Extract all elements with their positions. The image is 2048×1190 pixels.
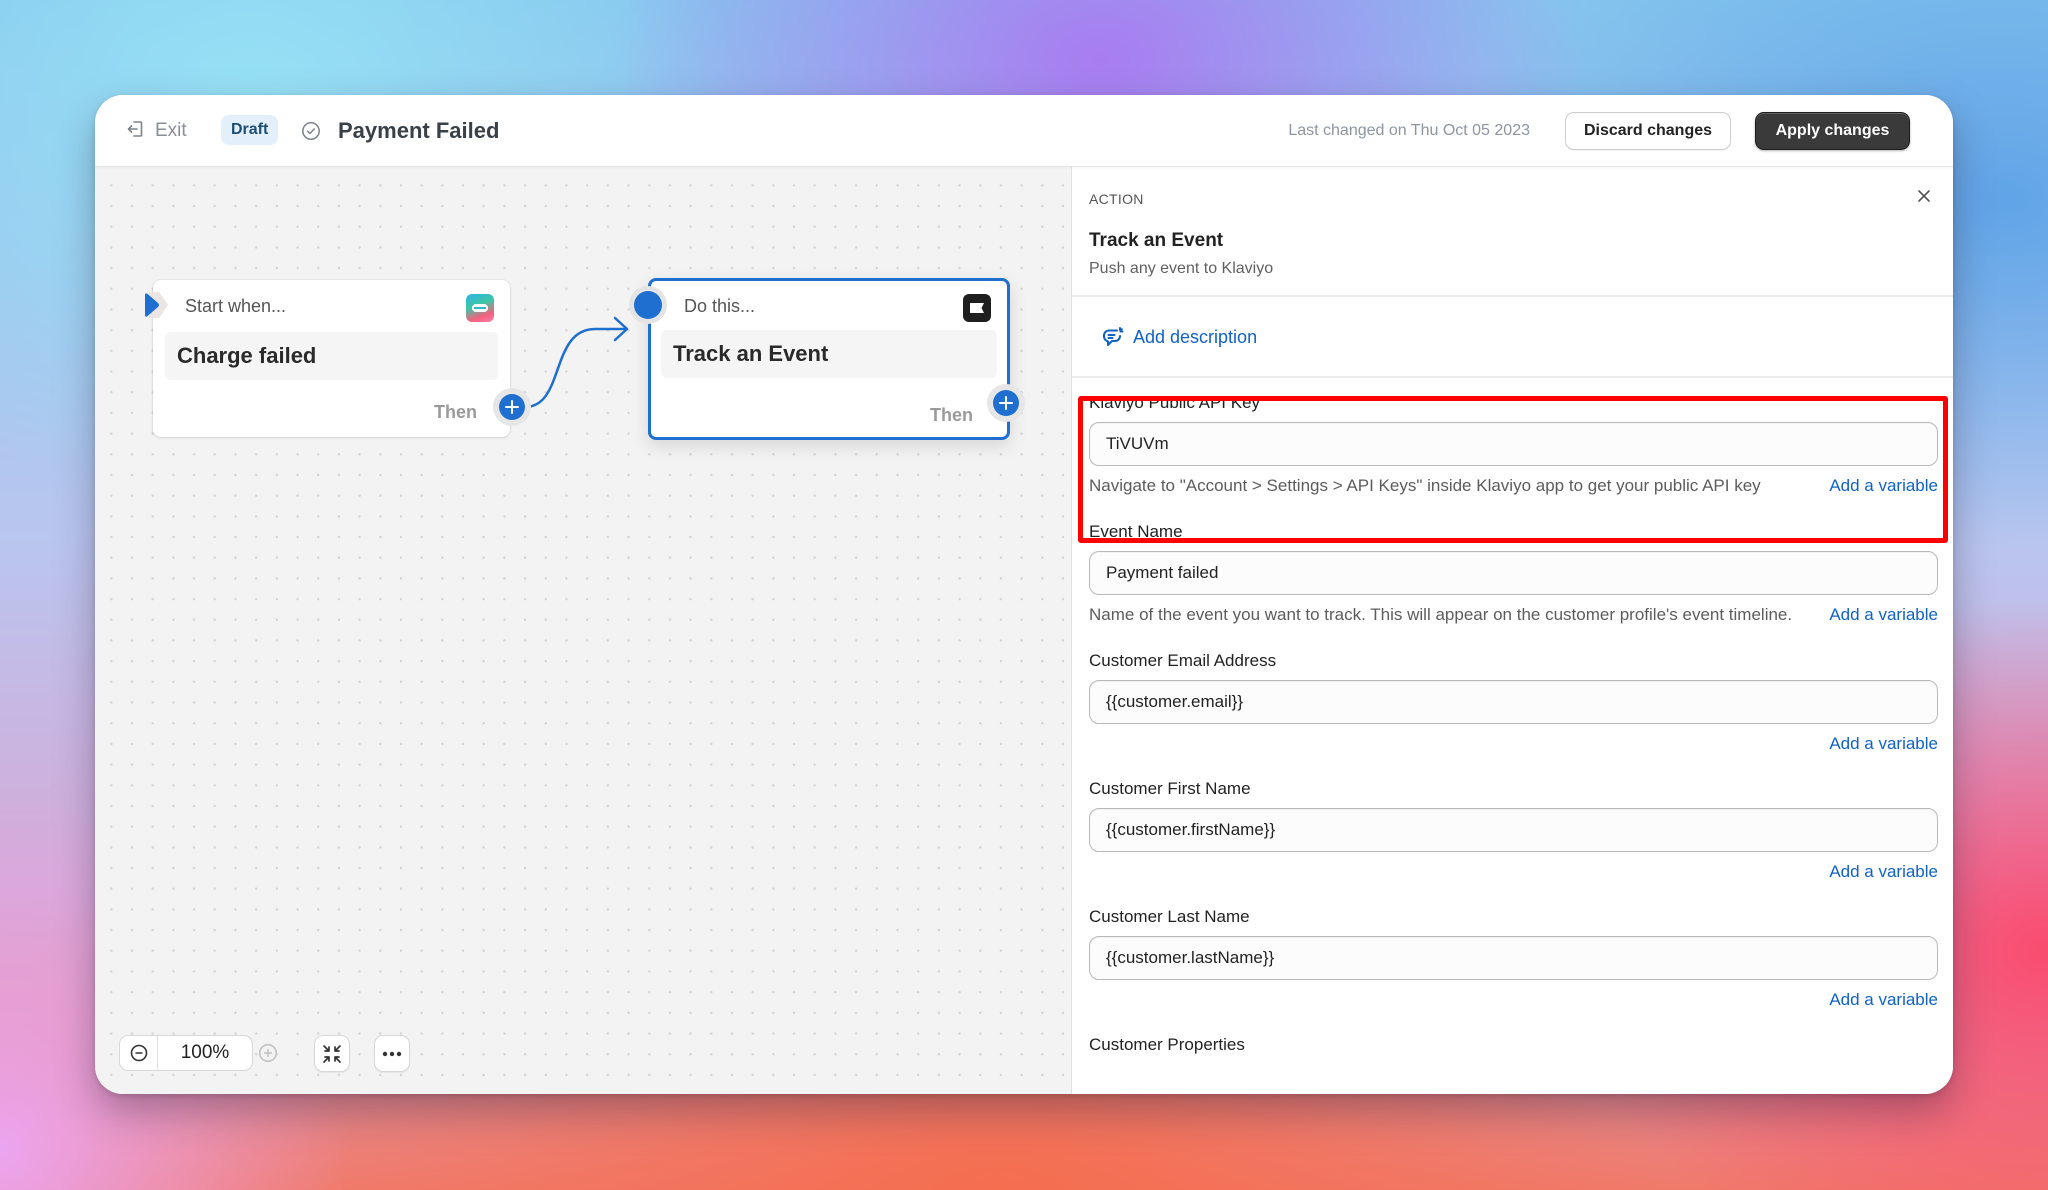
- plus-icon: [505, 400, 519, 414]
- action-form: Klaviyo Public API Key Navigate to "Acco…: [1089, 392, 1938, 1056]
- zoom-in-icon: [258, 1043, 278, 1063]
- zoom-out-icon: [130, 1044, 147, 1062]
- field-customer-properties: Customer Properties: [1089, 1034, 1938, 1056]
- exit-icon: [125, 119, 145, 144]
- input-port: [629, 286, 667, 324]
- add-step-button[interactable]: [987, 384, 1025, 422]
- then-label: Then: [434, 402, 477, 422]
- exit-label: Exit: [155, 120, 187, 141]
- workflow-canvas[interactable]: Start when... Charge failed Then Do this…: [95, 167, 1071, 1094]
- discard-changes-button[interactable]: Discard changes: [1565, 112, 1731, 150]
- help-text: Name of the event you want to track. Thi…: [1089, 605, 1793, 624]
- field-customer-last-name: Customer Last Name Add a variable: [1089, 906, 1938, 1022]
- field-label: Event Name: [1089, 522, 1183, 541]
- add-variable-link[interactable]: Add a variable: [1829, 472, 1938, 499]
- top-bar: Exit Draft Payment Failed Last changed o…: [95, 95, 1953, 167]
- action-node-title: Track an Event: [661, 330, 997, 378]
- close-panel-button[interactable]: [1913, 185, 1935, 207]
- field-customer-email: Customer Email Address Add a variable: [1089, 650, 1938, 766]
- zoom-controls: 100%: [119, 1035, 253, 1071]
- klaviyo-api-key-input[interactable]: [1089, 422, 1938, 466]
- add-variable-link[interactable]: Add a variable: [1829, 986, 1938, 1013]
- plus-icon: [999, 396, 1013, 410]
- field-label: Customer Properties: [1089, 1035, 1245, 1054]
- action-node-header: Do this...: [684, 296, 756, 316]
- field-event-name: Event Name Name of the event you want to…: [1089, 521, 1938, 628]
- stripe-app-icon: [466, 294, 494, 322]
- trigger-node-header: Start when...: [185, 296, 287, 316]
- customer-first-name-input[interactable]: [1089, 808, 1938, 852]
- field-label: Customer First Name: [1089, 779, 1251, 798]
- customer-last-name-input[interactable]: [1089, 936, 1938, 980]
- field-label: Customer Email Address: [1089, 651, 1277, 670]
- fit-view-button[interactable]: [314, 1035, 350, 1072]
- last-changed-timestamp: Last changed on Thu Oct 05 2023: [1288, 122, 1530, 139]
- help-text: Navigate to "Account > Settings > API Ke…: [1089, 476, 1761, 495]
- zoom-level: 100%: [180, 1042, 230, 1063]
- add-description-label: Add description: [1133, 326, 1258, 347]
- add-variable-link[interactable]: Add a variable: [1829, 601, 1938, 628]
- field-label: Klaviyo Public API Key: [1089, 393, 1261, 412]
- description-row: Add description: [1072, 298, 1953, 378]
- add-variable-row: Add a variable: [1089, 986, 1938, 1022]
- klaviyo-flag-icon: [963, 294, 991, 322]
- add-description-button[interactable]: Add description: [1101, 325, 1257, 349]
- action-settings-panel: ACTION Track an Event Push any event to …: [1071, 167, 1953, 1094]
- zoom-out-button[interactable]: [120, 1036, 158, 1070]
- add-step-button[interactable]: [493, 388, 531, 426]
- ellipsis-icon: [382, 1051, 402, 1056]
- field-klaviyo-api-key: Klaviyo Public API Key Navigate to "Acco…: [1089, 392, 1938, 499]
- trigger-node-title: Charge failed: [165, 332, 498, 380]
- field-help-text: Navigate to "Account > Settings > API Ke…: [1089, 472, 1938, 499]
- collapse-arrows-icon: [323, 1044, 341, 1063]
- event-name-input[interactable]: [1089, 551, 1938, 595]
- start-marker-icon: [145, 292, 168, 318]
- panel-kicker: ACTION: [1089, 191, 1144, 207]
- app-window: Exit Draft Payment Failed Last changed o…: [95, 95, 1953, 1094]
- customer-email-input[interactable]: [1089, 680, 1938, 724]
- more-options-button[interactable]: [374, 1035, 410, 1072]
- panel-subtitle: Push any event to Klaviyo: [1089, 260, 1274, 277]
- action-node[interactable]: Do this... Track an Event Then: [629, 278, 1025, 440]
- field-help-text: Name of the event you want to track. Thi…: [1089, 601, 1938, 628]
- then-label: Then: [930, 405, 973, 425]
- add-variable-link[interactable]: Add a variable: [1829, 858, 1938, 885]
- status-badge: Draft: [221, 115, 279, 145]
- add-variable-row: Add a variable: [1089, 730, 1938, 766]
- panel-header: ACTION Track an Event Push any event to …: [1072, 167, 1953, 297]
- trigger-node[interactable]: Start when... Charge failed Then: [145, 280, 531, 437]
- add-variable-row: Add a variable: [1089, 858, 1938, 894]
- zoom-in-button[interactable]: [257, 1042, 279, 1064]
- exit-button[interactable]: Exit: [125, 117, 187, 145]
- field-label: Customer Last Name: [1089, 907, 1250, 926]
- add-variable-link[interactable]: Add a variable: [1829, 730, 1938, 757]
- comment-edit-icon: [1103, 327, 1124, 346]
- field-customer-first-name: Customer First Name Add a variable: [1089, 778, 1938, 894]
- check-circle-icon: [301, 121, 321, 141]
- panel-title: Track an Event: [1089, 230, 1224, 251]
- page-title: Payment Failed: [338, 118, 500, 143]
- apply-changes-button[interactable]: Apply changes: [1755, 112, 1910, 150]
- close-icon: [1918, 190, 1930, 202]
- node-connector: [524, 316, 629, 409]
